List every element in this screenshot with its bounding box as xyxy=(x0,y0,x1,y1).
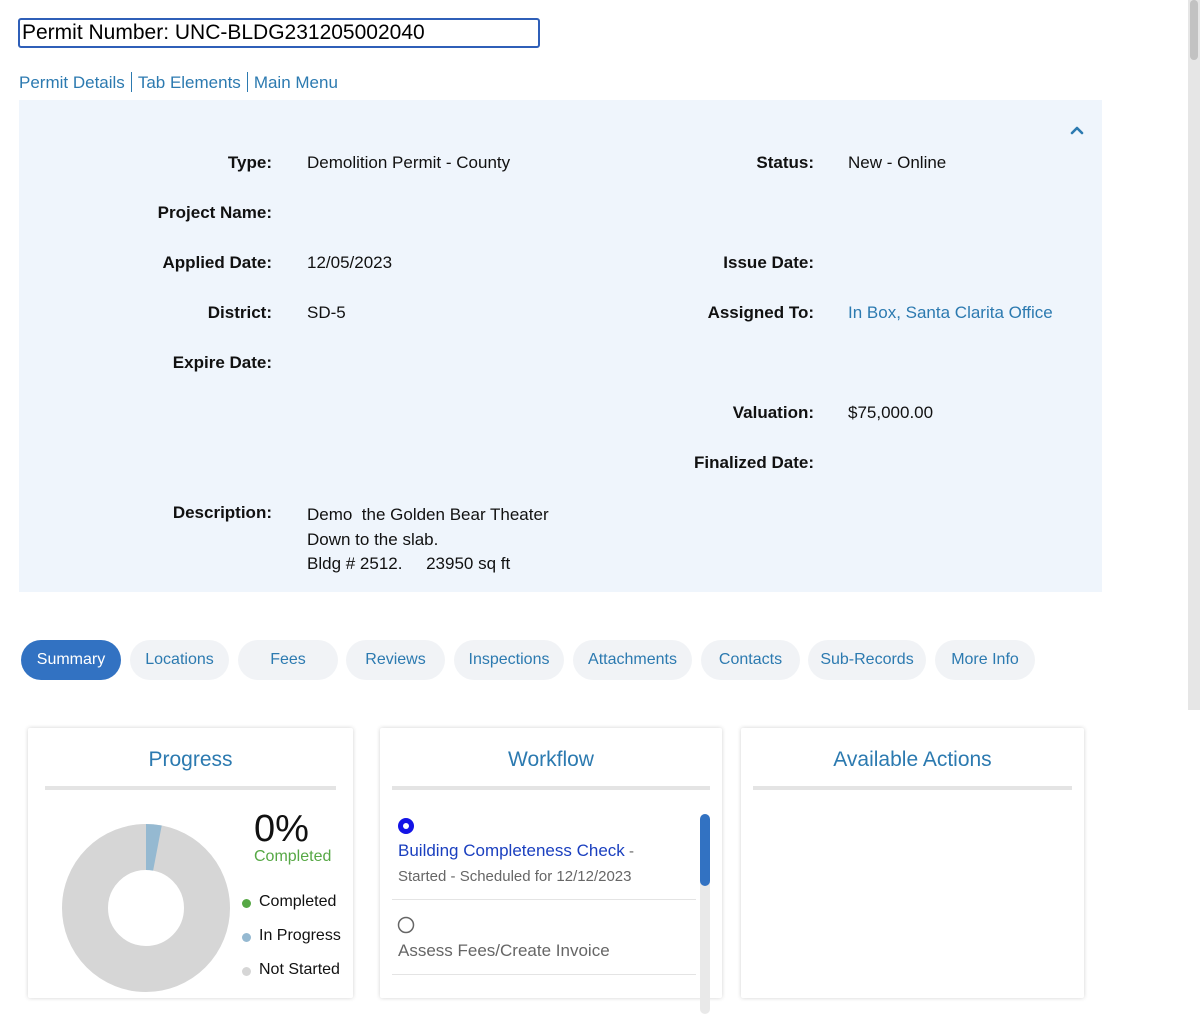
workflow-step-building-completeness[interactable]: Building Completeness Check - xyxy=(398,841,634,861)
legend-in-progress-label: In Progress xyxy=(259,927,341,944)
description-value: Demo the Golden Bear Theater Down to the… xyxy=(307,505,549,573)
progress-percent: 0% xyxy=(254,808,309,850)
legend-dot-completed xyxy=(242,899,251,908)
legend-not-started-label: Not Started xyxy=(259,961,340,978)
tab-sub-records[interactable]: Sub-Records xyxy=(808,640,926,680)
progress-completed-label: Completed xyxy=(254,848,332,865)
tab-summary[interactable]: Summary xyxy=(21,640,121,680)
legend-dot-not-started xyxy=(242,967,251,976)
workflow-title: Workflow xyxy=(508,748,594,771)
workflow-title-rule xyxy=(392,786,710,790)
assigned-to-label: Assigned To: xyxy=(707,303,814,322)
status-value: New - Online xyxy=(848,153,947,172)
page-nav: Permit Details Tab Elements Main Menu xyxy=(19,72,338,93)
tab-inspections[interactable]: Inspections xyxy=(454,640,564,680)
nav-link-permit-details[interactable]: Permit Details xyxy=(19,73,125,92)
applied-date-label: Applied Date: xyxy=(162,253,272,272)
workflow-step-dash: - xyxy=(624,843,634,860)
description-label: Description: xyxy=(172,503,272,522)
permit-number-heading: Permit Number: UNC-BLDG231205002040 xyxy=(18,18,540,48)
workflow-step-status: Started - Scheduled for 12/12/2023 xyxy=(398,868,632,885)
type-label: Type: xyxy=(227,153,272,172)
page-scrollbar-thumb[interactable] xyxy=(1190,0,1198,60)
donut-in-progress-slice xyxy=(145,824,162,871)
tab-attachments[interactable]: Attachments xyxy=(573,640,692,680)
finalized-date-label: Finalized Date: xyxy=(694,453,814,472)
valuation-label: Valuation: xyxy=(732,403,814,422)
chevron-up-icon[interactable] xyxy=(1068,122,1086,138)
applied-date-value: 12/05/2023 xyxy=(307,253,393,272)
tab-fees[interactable]: Fees xyxy=(238,640,338,680)
progress-donut-chart xyxy=(62,824,230,992)
workflow-scrollbar-thumb[interactable] xyxy=(700,814,710,886)
status-label: Status: xyxy=(756,153,814,172)
workflow-step-assess-fees[interactable]: Assess Fees/Create Invoice xyxy=(398,941,610,961)
progress-title-rule xyxy=(45,786,336,790)
workflow-step-radio[interactable] xyxy=(397,916,415,934)
page-scrollbar-track[interactable] xyxy=(1188,0,1200,710)
legend-completed-label: Completed xyxy=(259,893,337,910)
workflow-divider xyxy=(392,974,696,975)
nav-separator xyxy=(246,72,248,92)
donut-not-started-ring xyxy=(62,824,230,992)
expire-date-label: Expire Date: xyxy=(172,353,272,372)
tab-locations[interactable]: Locations xyxy=(130,640,229,680)
progress-card: Progress 0% Completed Completed In Progr… xyxy=(28,728,353,998)
tab-reviews[interactable]: Reviews xyxy=(346,640,445,680)
issue-date-label: Issue Date: xyxy=(723,253,814,272)
available-actions-title: Available Actions xyxy=(833,748,992,771)
workflow-step-title[interactable]: Building Completeness Check xyxy=(398,841,625,860)
assigned-to-link[interactable]: In Box, Santa Clarita Office xyxy=(848,303,1053,323)
legend-dot-in-progress xyxy=(242,933,251,942)
tab-contacts[interactable]: Contacts xyxy=(701,640,800,680)
workflow-step-selected-radio[interactable] xyxy=(397,817,415,835)
district-label: District: xyxy=(207,303,272,322)
district-value: SD-5 xyxy=(307,303,346,322)
progress-title: Progress xyxy=(148,748,233,771)
available-actions-title-rule xyxy=(753,786,1072,790)
nav-link-tab-elements[interactable]: Tab Elements xyxy=(138,73,241,92)
type-value: Demolition Permit - County xyxy=(307,153,511,172)
valuation-value: $75,000.00 xyxy=(848,403,934,422)
nav-separator xyxy=(130,72,132,92)
tab-more-info[interactable]: More Info xyxy=(935,640,1035,680)
workflow-card: Workflow Building Completeness Check - S… xyxy=(380,728,722,1014)
project-name-label: Project Name: xyxy=(157,203,272,222)
nav-link-main-menu[interactable]: Main Menu xyxy=(254,73,338,92)
workflow-divider xyxy=(392,899,696,900)
available-actions-card: Available Actions xyxy=(741,728,1084,998)
